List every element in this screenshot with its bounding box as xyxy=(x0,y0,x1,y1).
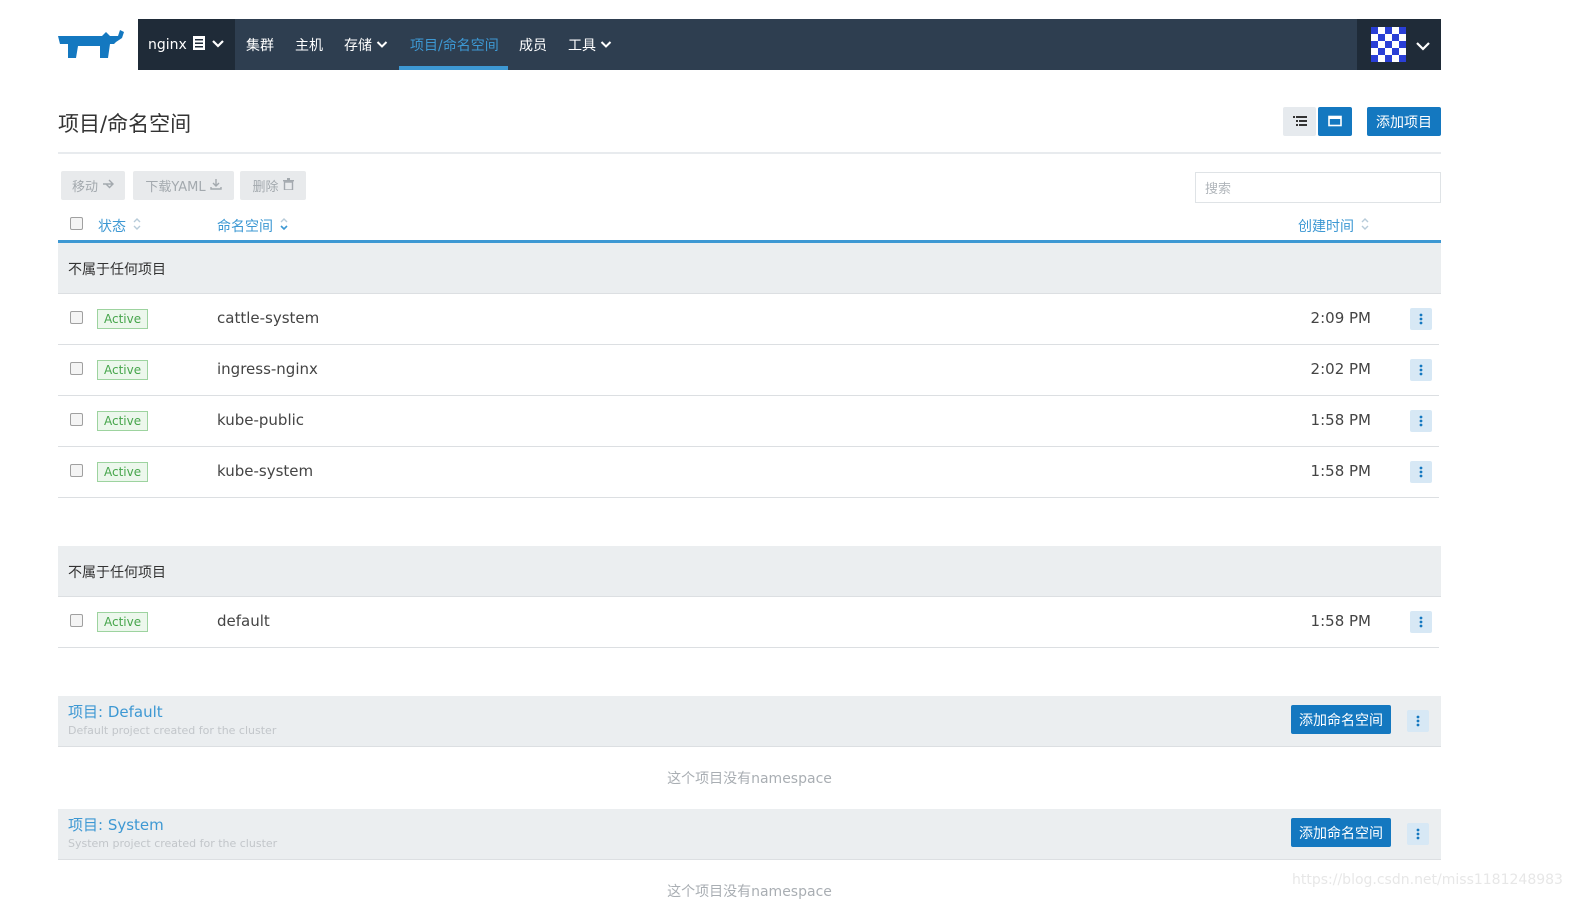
project-description: Default project created for the cluster xyxy=(68,724,277,737)
more-actions-icon[interactable] xyxy=(1407,710,1429,732)
group-label: 不属于任何项目 xyxy=(68,262,166,278)
project-header-default: 项目: Default Default project created for … xyxy=(58,696,1441,747)
table-row: Active default 1:58 PM xyxy=(58,597,1439,648)
top-navigation: nginx 集群 主机 存储 项目/命名空间 成员 工具 xyxy=(138,19,1441,70)
created-time: 1:58 PM xyxy=(1310,411,1371,429)
list-view-button[interactable] xyxy=(1283,107,1316,136)
more-actions-icon[interactable] xyxy=(1410,308,1432,330)
column-header-created[interactable]: 创建时间 xyxy=(1298,214,1370,238)
more-actions-icon[interactable] xyxy=(1410,461,1432,483)
group-header: 不属于任何项目 xyxy=(58,546,1441,597)
chevron-down-icon xyxy=(1415,37,1431,56)
nav-tools[interactable]: 工具 xyxy=(568,19,612,70)
created-time: 1:58 PM xyxy=(1310,462,1371,480)
table-row: Active ingress-nginx 2:02 PM xyxy=(58,345,1439,396)
namespace-name[interactable]: default xyxy=(217,612,270,630)
row-checkbox[interactable] xyxy=(70,614,83,627)
cluster-selector[interactable]: nginx xyxy=(138,19,235,70)
watermark: https://blog.csdn.net/miss1181248983 xyxy=(1292,872,1563,888)
cluster-name: nginx xyxy=(148,36,187,53)
avatar xyxy=(1371,27,1406,62)
group-view-button[interactable] xyxy=(1318,107,1352,136)
empty-namespace-message: 这个项目没有namespace xyxy=(667,884,832,900)
status-badge: Active xyxy=(97,612,149,632)
download-icon xyxy=(209,178,222,194)
column-header-state[interactable]: 状态 xyxy=(98,214,142,238)
divider xyxy=(58,152,1441,154)
more-actions-icon[interactable] xyxy=(1407,823,1429,845)
more-actions-icon[interactable] xyxy=(1410,410,1432,432)
add-namespace-button[interactable]: 添加命名空间 xyxy=(1291,818,1391,847)
empty-namespace-message: 这个项目没有namespace xyxy=(667,771,832,787)
cluster-icon xyxy=(192,35,205,54)
nav-hosts[interactable]: 主机 xyxy=(295,19,323,70)
chevron-down-icon xyxy=(600,37,612,53)
row-checkbox[interactable] xyxy=(70,362,83,375)
add-namespace-button[interactable]: 添加命名空间 xyxy=(1291,705,1391,734)
project-description: System project created for the cluster xyxy=(68,837,278,850)
nav-members[interactable]: 成员 xyxy=(519,19,547,70)
search-input[interactable]: 搜索 xyxy=(1195,172,1441,203)
created-time: 2:02 PM xyxy=(1310,360,1371,378)
folder-icon xyxy=(1328,112,1342,131)
nav-projects-namespaces[interactable]: 项目/命名空间 xyxy=(410,19,499,70)
share-icon xyxy=(102,178,114,194)
table-row: Active kube-public 1:58 PM xyxy=(58,396,1439,447)
nav-cluster[interactable]: 集群 xyxy=(246,19,274,70)
project-title[interactable]: 项目: Default xyxy=(68,701,163,722)
sort-down-icon xyxy=(279,216,289,236)
more-actions-icon[interactable] xyxy=(1410,359,1432,381)
sort-icon xyxy=(132,216,142,236)
status-badge: Active xyxy=(97,360,149,380)
download-yaml-button[interactable]: 下载YAML xyxy=(133,171,234,200)
group-header: 不属于任何项目 xyxy=(58,243,1441,294)
row-checkbox[interactable] xyxy=(70,413,83,426)
user-menu[interactable] xyxy=(1357,19,1441,70)
delete-button[interactable]: 删除 xyxy=(240,171,306,200)
row-checkbox[interactable] xyxy=(70,464,83,477)
project-title[interactable]: 项目: System xyxy=(68,814,164,835)
rancher-logo[interactable] xyxy=(58,28,126,60)
status-badge: Active xyxy=(97,309,149,329)
chevron-down-icon xyxy=(211,37,225,53)
select-all-checkbox[interactable] xyxy=(70,217,83,230)
active-nav-indicator xyxy=(399,66,508,70)
list-icon xyxy=(1292,112,1307,131)
status-badge: Active xyxy=(97,411,149,431)
page-title: 项目/命名空间 xyxy=(58,112,192,136)
trash-icon xyxy=(282,177,294,194)
column-header-namespace[interactable]: 命名空间 xyxy=(217,214,289,238)
nav-storage[interactable]: 存储 xyxy=(344,19,388,70)
namespace-name[interactable]: ingress-nginx xyxy=(217,360,318,378)
status-badge: Active xyxy=(97,462,149,482)
row-checkbox[interactable] xyxy=(70,311,83,324)
group-label: 不属于任何项目 xyxy=(68,565,166,581)
chevron-down-icon xyxy=(376,37,388,53)
more-actions-icon[interactable] xyxy=(1410,611,1432,633)
created-time: 2:09 PM xyxy=(1310,309,1371,327)
project-header-system: 项目: System System project created for th… xyxy=(58,809,1441,860)
add-project-button[interactable]: 添加项目 xyxy=(1367,107,1441,136)
sort-icon xyxy=(1360,216,1370,236)
table-row: Active kube-system 1:58 PM xyxy=(58,447,1439,498)
table-row: Active cattle-system 2:09 PM xyxy=(58,294,1439,345)
namespace-name[interactable]: kube-system xyxy=(217,462,313,480)
move-button[interactable]: 移动 xyxy=(61,171,125,200)
namespace-name[interactable]: kube-public xyxy=(217,411,304,429)
namespace-name[interactable]: cattle-system xyxy=(217,309,319,327)
created-time: 1:58 PM xyxy=(1310,612,1371,630)
